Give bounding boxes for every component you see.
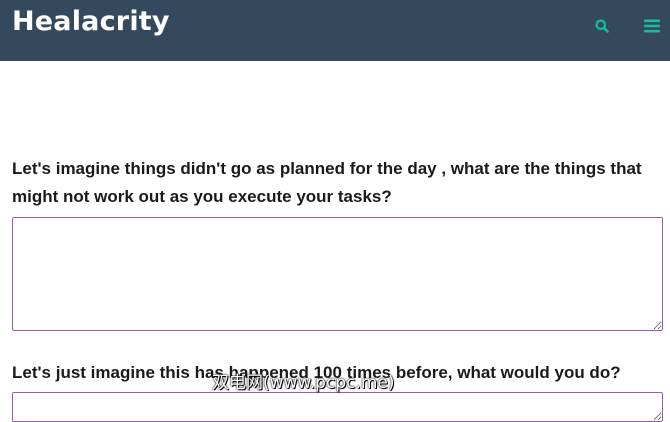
hamburger-menu-icon [644,19,660,33]
question-form: Let's imagine things didn't go as planne… [0,61,670,422]
top-navbar: Healacrity [0,0,670,61]
menu-button[interactable] [640,14,664,38]
question-label-1: Let's imagine things didn't go as planne… [12,159,642,206]
site-logo[interactable]: Healacrity [12,4,170,40]
answer-textarea-1[interactable] [12,217,663,331]
watermark-overlay: 双电网(www.pcpc.me) [212,373,395,393]
answer-textarea-2[interactable] [12,392,663,422]
search-button[interactable] [590,14,614,38]
search-icon [595,19,609,33]
